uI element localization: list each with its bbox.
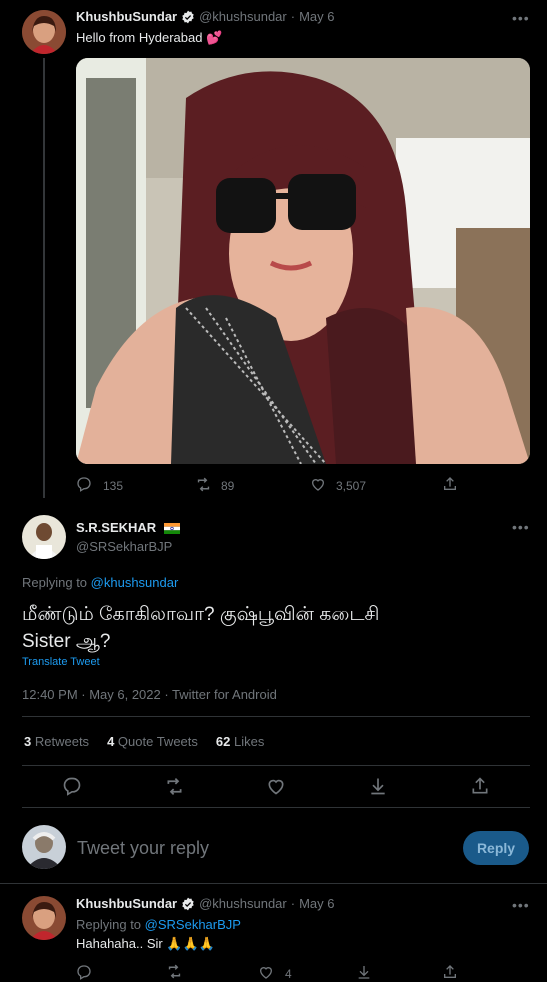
bookmark-download-icon[interactable]	[368, 776, 388, 796]
retweets-label: Retweets	[34, 734, 90, 749]
divider	[0, 883, 547, 884]
author-name[interactable]: S.R.SEKHAR	[76, 520, 156, 535]
more-icon[interactable]: •••	[512, 897, 530, 913]
likes-stat[interactable]: 62 Likes	[216, 734, 264, 749]
avatar-sekhar[interactable]	[22, 515, 66, 559]
likes-label: Likes	[234, 734, 265, 749]
like-icon[interactable]	[266, 776, 286, 796]
retweet-icon[interactable]	[166, 963, 183, 980]
replying-to: Replying to @khushsundar	[22, 575, 178, 590]
retweets-count: 3	[24, 734, 32, 749]
thread-line	[43, 58, 45, 498]
verified-icon	[181, 10, 195, 24]
bookmark-download-icon[interactable]	[356, 964, 372, 980]
tweet1-header: KhushbuSundar @khushsundar · May 6	[76, 9, 335, 24]
reply-icon[interactable]	[62, 776, 82, 796]
divider	[22, 716, 530, 717]
reply-text: Hahahaha.. Sir 🙏🙏🙏	[76, 936, 215, 952]
focus-text: மீண்டும் கோகிலாவா? குஷ்பூவின் கடைசி Sist…	[22, 601, 532, 655]
quotes-stat[interactable]: 4 Quote Tweets	[107, 734, 198, 749]
quotes-label: Quote Tweets	[117, 734, 198, 749]
reply-button[interactable]: Reply	[463, 831, 529, 865]
replying-label: Replying to	[76, 917, 142, 932]
reply-header: KhushbuSundar @khushsundar · May 6	[76, 896, 335, 911]
avatar-khushbu[interactable]	[22, 10, 66, 54]
author-name[interactable]: KhushbuSundar	[76, 9, 177, 24]
reply-icon[interactable]	[76, 964, 92, 980]
india-flag-icon	[163, 521, 180, 539]
dot-separator: ·	[290, 9, 296, 24]
retweet-count: 89	[221, 479, 235, 493]
tweet-photo[interactable]	[76, 58, 530, 464]
avatar-khushbu[interactable]	[22, 896, 66, 940]
tweet-text-line1: மீண்டும் கோகிலாவா? குஷ்பூவின் கடைசி	[22, 604, 380, 625]
author-handle[interactable]: @khushsundar	[199, 9, 287, 24]
avatar-image	[22, 10, 66, 54]
tweet-date[interactable]: May 6	[299, 9, 334, 24]
verified-icon	[181, 897, 195, 911]
likes-count: 62	[215, 734, 231, 749]
replying-to-link[interactable]: @khushsundar	[91, 575, 179, 590]
tweet1-text: Hello from Hyderabad 💕	[76, 30, 222, 46]
more-icon[interactable]: •••	[512, 10, 530, 26]
dot-separator: ·	[290, 896, 296, 911]
avatar-image	[22, 825, 66, 869]
folded-hands-emoji: 🙏🙏🙏	[166, 936, 215, 951]
divider	[22, 765, 530, 766]
share-icon[interactable]	[442, 476, 458, 492]
replying-to-link[interactable]: @SRSekharBJP	[145, 917, 241, 932]
tweet-date[interactable]: May 6	[299, 896, 334, 911]
tweet-timestamp[interactable]: 12:40 PM · May 6, 2022 · Twitter for And…	[22, 687, 277, 702]
author-name[interactable]: KhushbuSundar	[76, 896, 177, 911]
tweet-text: Hello from Hyderabad	[76, 30, 203, 45]
tweet-text-line2: Sister ஆ?	[22, 631, 111, 652]
replying-to: Replying to @SRSekharBJP	[76, 917, 241, 932]
tweet-text: Hahahaha.. Sir	[76, 936, 163, 951]
divider	[22, 807, 530, 808]
replying-label: Replying to	[22, 575, 88, 590]
retweet-icon[interactable]	[195, 476, 212, 493]
author-handle[interactable]: @SRSekharBJP	[76, 539, 172, 554]
avatar-image	[22, 896, 66, 940]
like-icon[interactable]	[258, 964, 274, 980]
more-icon[interactable]: •••	[512, 519, 530, 535]
reply-input[interactable]: Tweet your reply	[77, 838, 209, 859]
author-handle[interactable]: @khushsundar	[199, 896, 287, 911]
focus-author: S.R.SEKHAR	[76, 519, 180, 539]
reply-count: 135	[103, 479, 124, 493]
quotes-count: 4	[107, 734, 115, 749]
translate-link[interactable]: Translate Tweet	[22, 656, 100, 668]
like-count: 3,507	[336, 479, 367, 493]
heart-emoji: 💕	[206, 30, 223, 45]
retweets-stat[interactable]: 3 Retweets	[24, 734, 89, 749]
like-icon[interactable]	[310, 476, 326, 492]
like-count: 4	[285, 967, 292, 981]
share-icon[interactable]	[442, 964, 458, 980]
engagement-stats: 3 Retweets 4 Quote Tweets 62 Likes	[24, 734, 264, 749]
avatar-image	[22, 515, 66, 559]
retweet-icon[interactable]	[164, 776, 185, 797]
reply-icon[interactable]	[76, 476, 92, 492]
share-icon[interactable]	[470, 776, 490, 796]
avatar-current-user[interactable]	[22, 825, 66, 869]
